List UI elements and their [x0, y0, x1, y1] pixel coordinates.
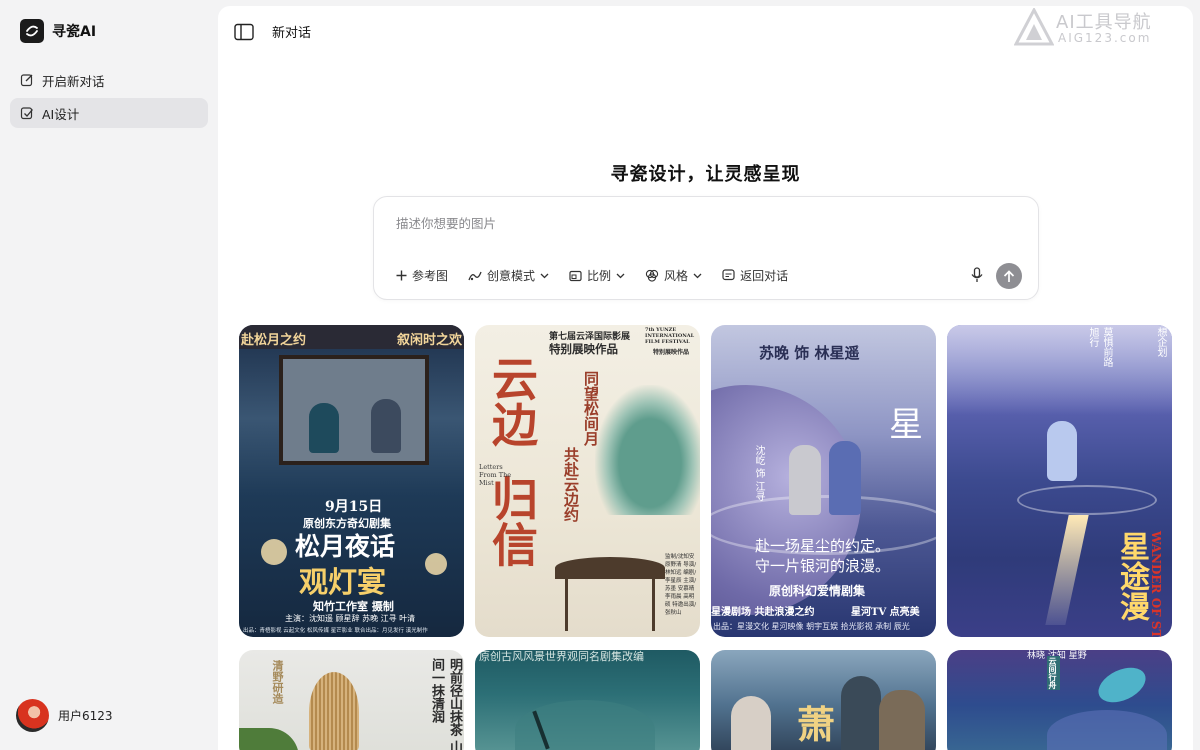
prompt-box: 参考图 创意模式 比例 风格 返回对话	[373, 196, 1039, 300]
card-text: 云间行舟	[1047, 656, 1060, 690]
card-text: 观灯宴	[299, 565, 387, 599]
brand[interactable]: 寻瓷AI	[20, 19, 96, 43]
style-icon	[645, 269, 659, 282]
card-text: 同望松间月	[582, 371, 600, 446]
reference-image-label: 参考图	[412, 269, 449, 283]
page-title: 新对话	[272, 26, 312, 41]
card-text: 知竹工作室 摄制	[313, 600, 394, 613]
card-text: 9月15日	[325, 499, 383, 515]
card-text: 星	[889, 405, 923, 445]
gallery-card-cloud-boat[interactable]: 林晓 沈知 星野 云间行舟	[947, 650, 1172, 750]
send-button[interactable]	[996, 263, 1022, 289]
design-icon	[20, 106, 34, 120]
card-text: 旭行	[1087, 327, 1098, 347]
reference-image-button[interactable]: 参考图	[396, 267, 448, 284]
gallery-card-starlight[interactable]: 苏晚 饰 林星遥 星 沈屹 饰 江寻 赴一场星尘的约定。 守一片银河的浪漫。 原…	[711, 325, 936, 637]
card-text: 明前径山抹茶 山间一抹清润	[429, 658, 462, 750]
gallery-card-fantasy[interactable]: 萧	[711, 650, 936, 750]
topbar: 新对话	[234, 22, 311, 41]
creative-mode-dropdown[interactable]: 创意模式	[468, 267, 549, 284]
card-text: 云边	[485, 355, 539, 447]
edit-icon	[20, 73, 34, 87]
back-to-chat-button[interactable]: 返回对话	[722, 267, 788, 284]
arrow-up-icon	[1003, 269, 1015, 282]
sidebar-item-ai-design[interactable]: AI设计	[10, 98, 208, 128]
card-text: Letters From The Mist	[479, 463, 512, 487]
card-text: 叙闲时之欢	[397, 333, 463, 348]
sidebar-toggle-icon[interactable]	[234, 23, 254, 41]
user-profile[interactable]: 用户6123	[16, 699, 113, 732]
user-name: 用户6123	[58, 709, 113, 723]
card-text: 出品：青梧影视 云起文化 松风传媒 星芒影业 联合出品：月见发行 溪光制作	[243, 628, 428, 634]
gallery-card-star-journey[interactable]: 旭行 莫惧前路 想企划 星途漫 WANDER OF STA	[947, 325, 1172, 637]
card-text: 赴一场星尘的约定。	[755, 537, 891, 555]
avatar	[16, 699, 49, 732]
watermark-sub: AIG123.com	[1058, 31, 1152, 45]
chevron-down-icon	[693, 273, 702, 278]
card-text: 星河TV 点亮美	[851, 607, 920, 618]
prompt-tools: 参考图 创意模式 比例 风格 返回对话	[396, 267, 788, 284]
chevron-down-icon	[616, 273, 625, 278]
logo-icon	[20, 19, 44, 43]
card-text: 监制/沈知安 原野清 导演/林知远 编剧/李星辰 主演/苏墨 安慕晴 李雨晨 高…	[665, 554, 697, 616]
headline: 寻瓷设计，让灵感呈现	[610, 164, 801, 185]
card-text: 主演：沈知遥 顾星辞 苏晚 江寻 叶清	[285, 614, 416, 623]
watermark: AI工具导航 AIG123.com	[1012, 6, 1194, 50]
card-text: 归信	[485, 475, 539, 567]
microphone-icon[interactable]	[968, 266, 986, 284]
card-text: 共赴云边约	[562, 447, 580, 522]
creative-icon	[468, 271, 482, 280]
card-text: WANDER OF STA	[1149, 531, 1163, 637]
card-text: 苏晚 饰 林星遥	[759, 344, 860, 362]
gallery-card-matcha[interactable]: 清野研造 明前径山抹茶 山间一抹清润	[239, 650, 464, 750]
card-text: 星途漫	[1114, 531, 1149, 621]
card-text: 原创科幻爱情剧集	[769, 584, 866, 598]
chevron-down-icon	[540, 273, 549, 278]
sidebar-item-new-chat[interactable]: 开启新对话	[10, 65, 208, 95]
brand-name: 寻瓷AI	[52, 24, 97, 40]
gallery-card-lake[interactable]: 原创古风风景世界观同名剧集改编	[475, 650, 700, 750]
sidebar: 寻瓷AI 开启新对话 AI设计 用户6123	[0, 0, 218, 750]
card-text: 清野研造	[271, 660, 284, 704]
plus-icon	[396, 270, 407, 281]
card-text: 原创古风风景世界观同名剧集改编	[479, 650, 644, 663]
style-dropdown[interactable]: 风格	[645, 267, 702, 284]
card-text: 莫惧前路	[1101, 327, 1112, 367]
ratio-dropdown[interactable]: 比例	[569, 267, 625, 284]
ratio-icon	[569, 270, 582, 281]
watermark-logo-icon	[1014, 8, 1054, 46]
style-label: 风格	[664, 269, 689, 283]
card-text: 出品：星漫文化 星河映像 朝宇互娱 拾光影视 承制 辰光	[713, 622, 910, 631]
sidebar-item-label: 开启新对话	[42, 73, 105, 89]
card-text: 赴松月之约	[241, 333, 307, 348]
card-text: 特别展映作品	[549, 342, 618, 356]
creative-mode-label: 创意模式	[487, 269, 536, 283]
card-text: 守一片银河的浪漫。	[755, 557, 891, 575]
sidebar-item-label: AI设计	[42, 106, 80, 122]
card-text: 沈屹 饰 江寻	[753, 445, 764, 502]
card-text: 松月夜话	[295, 532, 396, 561]
card-text: 7th YUNZE INTERNATIONAL FILM FESTIVAL	[645, 327, 695, 345]
card-text: 特别展映作品	[653, 349, 690, 356]
card-text: 星漫剧场 共赴浪漫之约	[711, 607, 815, 618]
card-text: 萧	[797, 702, 836, 747]
chat-icon	[722, 269, 735, 281]
ratio-label: 比例	[587, 269, 612, 283]
gallery-card-moon-lantern[interactable]: 赴松月之约 叙闲时之欢 9月15日 原创东方奇幻剧集 松月夜话 观灯宴 知竹工作…	[239, 325, 464, 637]
back-to-chat-label: 返回对话	[740, 269, 789, 283]
prompt-input[interactable]	[396, 211, 996, 235]
main-panel: 新对话 寻瓷设计，让灵感呈现 参考图 创意模式 比例 风格	[218, 6, 1193, 750]
gallery-card-cloud-letter[interactable]: 第七届云泽国际影展 特别展映作品 7th YUNZE INTERNATIONAL…	[475, 325, 700, 637]
card-text: 想企划	[1155, 327, 1166, 357]
